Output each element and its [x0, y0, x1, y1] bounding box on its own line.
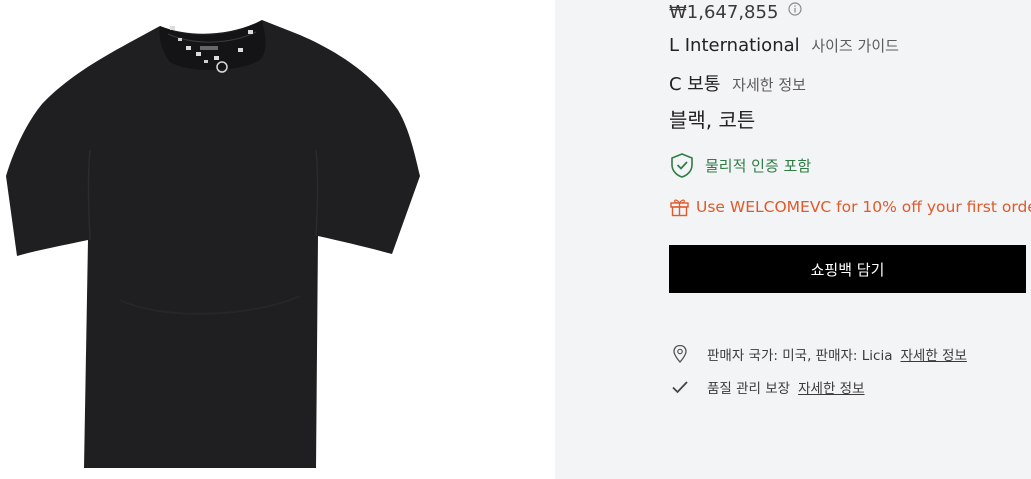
- promo-text: Use WELCOMEVC for 10% off your first ord…: [696, 197, 1031, 216]
- seller-info-row: 판매자 국가: 미국, 판매자: Licia 자세한 정보: [669, 344, 967, 364]
- condition-detail-link[interactable]: 자세한 정보: [732, 76, 806, 94]
- size-row: L International 사이즈 가이드: [669, 35, 899, 56]
- price: ₩1,647,855: [669, 0, 802, 23]
- seller-detail-link[interactable]: 자세한 정보: [900, 344, 966, 364]
- size-guide-link[interactable]: 사이즈 가이드: [811, 37, 899, 55]
- location-pin-icon: [669, 344, 691, 364]
- size-value: L International: [669, 35, 800, 56]
- quality-text: 품질 관리 보장: [707, 381, 791, 397]
- quality-row: 품질 관리 보장 자세한 정보: [669, 377, 865, 397]
- info-icon[interactable]: [788, 0, 802, 21]
- product-info-panel: ₩1,647,855 L International 사이즈 가이드 C 보통 …: [555, 0, 1031, 479]
- checkmark-icon: [669, 380, 691, 394]
- seller-text: 판매자 국가: 미국, 판매자: Licia: [707, 348, 893, 364]
- authentication-row: 물리적 인증 포함: [669, 152, 811, 179]
- shield-check-icon: [671, 153, 693, 178]
- product-image-pane[interactable]: rixx: [0, 0, 555, 479]
- gift-icon: [670, 199, 689, 217]
- color-material: 블랙, 코튼: [669, 108, 756, 132]
- price-value: ₩1,647,855: [669, 2, 779, 23]
- condition-row: C 보통 자세한 정보: [669, 70, 806, 96]
- quality-detail-link[interactable]: 자세한 정보: [798, 377, 864, 397]
- condition-value: C 보통: [669, 74, 721, 95]
- add-to-bag-button[interactable]: 쇼핑백 담기: [669, 245, 1026, 293]
- authentication-label: 물리적 인증 포함: [705, 157, 812, 175]
- promo-row: Use WELCOMEVC for 10% off your first ord…: [669, 196, 1031, 217]
- product-image-tshirt: [6, 20, 420, 468]
